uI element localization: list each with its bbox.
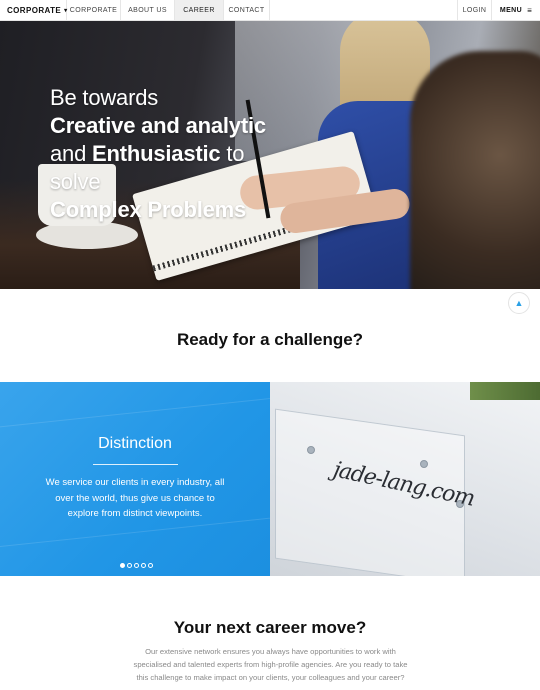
nav-link-career[interactable]: CAREER bbox=[175, 0, 224, 20]
slider-dot-1[interactable] bbox=[120, 563, 125, 568]
hero-line-4: solve bbox=[50, 169, 101, 194]
hero-banner: Be towards Creative and analytic and Ent… bbox=[0, 21, 540, 289]
arrow-up-icon: ▲ bbox=[514, 298, 524, 308]
board-pin bbox=[420, 460, 428, 468]
career-paragraph: Our extensive network ensures you always… bbox=[133, 647, 408, 682]
top-navbar: CORPORATE ▾ CORPORATE ABOUT US CAREER CO… bbox=[0, 0, 540, 21]
hero-line-3: and Enthusiastic to bbox=[50, 140, 266, 168]
nav-link-corporate[interactable]: CORPORATE bbox=[67, 0, 121, 20]
menu-button[interactable]: MENU ≡ bbox=[491, 0, 540, 20]
slider-dot-5[interactable] bbox=[148, 563, 153, 568]
slider-plant bbox=[470, 382, 540, 400]
hero-line-2-bold: Creative and analytic bbox=[50, 113, 266, 138]
slider-dot-3[interactable] bbox=[134, 563, 139, 568]
challenge-heading: Ready for a challenge? bbox=[176, 330, 364, 349]
slider-background-sketch bbox=[0, 396, 270, 548]
nav-link-about-us[interactable]: ABOUT US bbox=[121, 0, 175, 20]
board-pin bbox=[307, 446, 315, 454]
slider-text-panel: Distinction We service our clients in ev… bbox=[0, 382, 270, 576]
nav-link-label: CAREER bbox=[183, 6, 215, 14]
login-link[interactable]: LOGIN bbox=[457, 0, 491, 20]
nav-link-contact[interactable]: CONTACT bbox=[224, 0, 270, 20]
slider-dot-4[interactable] bbox=[141, 563, 146, 568]
slide-title: Distinction bbox=[98, 435, 172, 452]
hero-line-3-bold: Enthusiastic bbox=[92, 141, 221, 166]
slider-pagination bbox=[120, 563, 153, 568]
hero-line-5-bold: Complex Problems bbox=[50, 197, 247, 222]
menu-label: MENU bbox=[499, 6, 523, 14]
nav-link-label: ABOUT US bbox=[128, 6, 167, 14]
hero-line-3-post: to bbox=[220, 141, 245, 166]
brand-dropdown[interactable]: CORPORATE ▾ bbox=[0, 0, 67, 20]
slide-text: We service our clients in every industry… bbox=[45, 477, 225, 519]
slide-divider bbox=[93, 464, 178, 465]
hero-line-1: Be towards bbox=[50, 85, 159, 110]
career-heading: Your next career move? bbox=[173, 618, 367, 637]
brand-label: CORPORATE bbox=[7, 5, 62, 15]
hero-line-2: Creative and analytic bbox=[50, 112, 266, 140]
nav-link-label: CORPORATE bbox=[69, 6, 118, 14]
slider-image-panel: jade-lang.com bbox=[270, 382, 540, 576]
hero-line-3-pre: and bbox=[50, 141, 93, 166]
hamburger-icon: ≡ bbox=[527, 5, 533, 15]
hero-blurred-person bbox=[410, 51, 540, 289]
hero-headline: Be towards Creative and analytic and Ent… bbox=[50, 84, 266, 224]
nav-link-label: CONTACT bbox=[228, 6, 265, 14]
hero-line-5: Complex Problems bbox=[50, 196, 266, 224]
scroll-to-top-button[interactable]: ▲ bbox=[508, 292, 530, 314]
slider-dot-2[interactable] bbox=[127, 563, 132, 568]
login-label: LOGIN bbox=[462, 6, 487, 14]
